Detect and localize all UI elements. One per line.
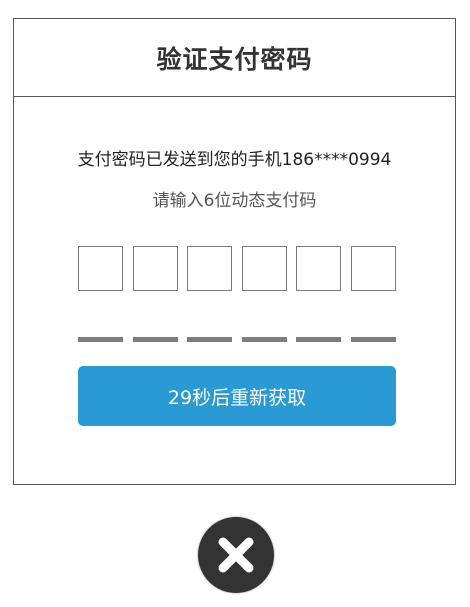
dialog-header: 验证支付密码 (14, 19, 455, 97)
code-underline (133, 337, 178, 342)
page: 验证支付密码 支付密码已发送到您的手机186****0994 请输入6位动态支付… (0, 0, 470, 607)
code-underline (242, 337, 287, 342)
code-digit-2[interactable] (133, 246, 178, 291)
resend-code-button[interactable]: 29秒后重新获取 (78, 366, 396, 426)
code-digit-1[interactable] (78, 246, 123, 291)
input-hint: 请输入6位动态支付码 (152, 191, 317, 211)
code-underline (78, 337, 123, 342)
close-icon (218, 537, 254, 573)
code-underlines (78, 337, 396, 343)
close-button[interactable] (198, 517, 274, 593)
dialog-title: 验证支付密码 (156, 44, 313, 74)
sent-message: 支付密码已发送到您的手机186****0994 (77, 150, 392, 170)
code-digit-5[interactable] (296, 246, 341, 291)
code-input-group[interactable] (78, 246, 396, 292)
payment-password-dialog: 验证支付密码 支付密码已发送到您的手机186****0994 请输入6位动态支付… (13, 18, 456, 485)
code-underline (187, 337, 232, 342)
code-digit-4[interactable] (242, 246, 287, 291)
code-underline (296, 337, 341, 342)
code-underline (351, 337, 396, 342)
code-digit-6[interactable] (351, 246, 396, 291)
code-digit-3[interactable] (187, 246, 232, 291)
